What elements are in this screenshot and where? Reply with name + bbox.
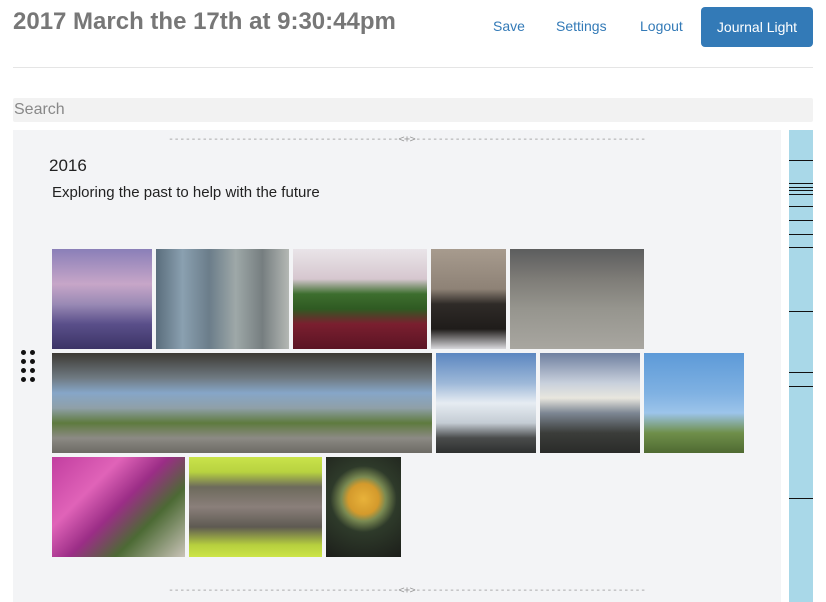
photo-sidewalk-debris[interactable]	[510, 249, 644, 349]
photo-glass-drink[interactable]	[326, 457, 401, 557]
timeline-marker	[789, 206, 813, 207]
photo-kite-sky[interactable]	[644, 353, 744, 453]
save-button[interactable]: Save	[493, 18, 525, 34]
photo-mosaic-wall[interactable]	[189, 457, 322, 557]
photo-mural-street[interactable]	[156, 249, 289, 349]
timeline-marker	[789, 311, 813, 312]
entry-year: 2016	[49, 156, 87, 175]
timeline-marker	[789, 160, 813, 161]
timeline-marker	[789, 220, 813, 221]
drag-handle-icon[interactable]	[21, 350, 39, 384]
entry-divider-top[interactable]: ----------------------------------------…	[168, 134, 646, 145]
photo-bougainvillea[interactable]	[52, 457, 185, 557]
search-placeholder: Search	[14, 101, 65, 118]
journal-light-button[interactable]: Journal Light	[701, 7, 813, 47]
timeline-scrollbar[interactable]	[789, 130, 813, 602]
timeline-marker	[789, 194, 813, 195]
photo-sunset-beach[interactable]	[52, 249, 152, 349]
logout-button[interactable]: Logout	[640, 18, 683, 34]
timeline-marker	[789, 234, 813, 235]
header-divider	[13, 67, 813, 68]
entry-divider-bottom[interactable]: ----------------------------------------…	[168, 585, 646, 596]
settings-button[interactable]: Settings	[556, 18, 607, 34]
photo-window-frame[interactable]	[431, 249, 506, 349]
photo-ocean-horizon[interactable]	[540, 353, 640, 453]
photo-panorama-pergola[interactable]	[52, 353, 432, 453]
search-input[interactable]: Search	[13, 98, 813, 122]
photo-cloudy-sky[interactable]	[436, 353, 536, 453]
timeline-marker	[789, 498, 813, 499]
timeline-marker	[789, 187, 813, 188]
timeline-marker	[789, 190, 813, 191]
timeline-marker	[789, 372, 813, 373]
entry-subtitle: Exploring the past to help with the futu…	[52, 184, 320, 201]
page-title: 2017 March the 17th at 9:30:44pm	[13, 8, 396, 35]
photo-plants-planter[interactable]	[293, 249, 427, 349]
timeline-marker	[789, 247, 813, 248]
timeline-marker	[789, 183, 813, 184]
timeline-marker	[789, 386, 813, 387]
